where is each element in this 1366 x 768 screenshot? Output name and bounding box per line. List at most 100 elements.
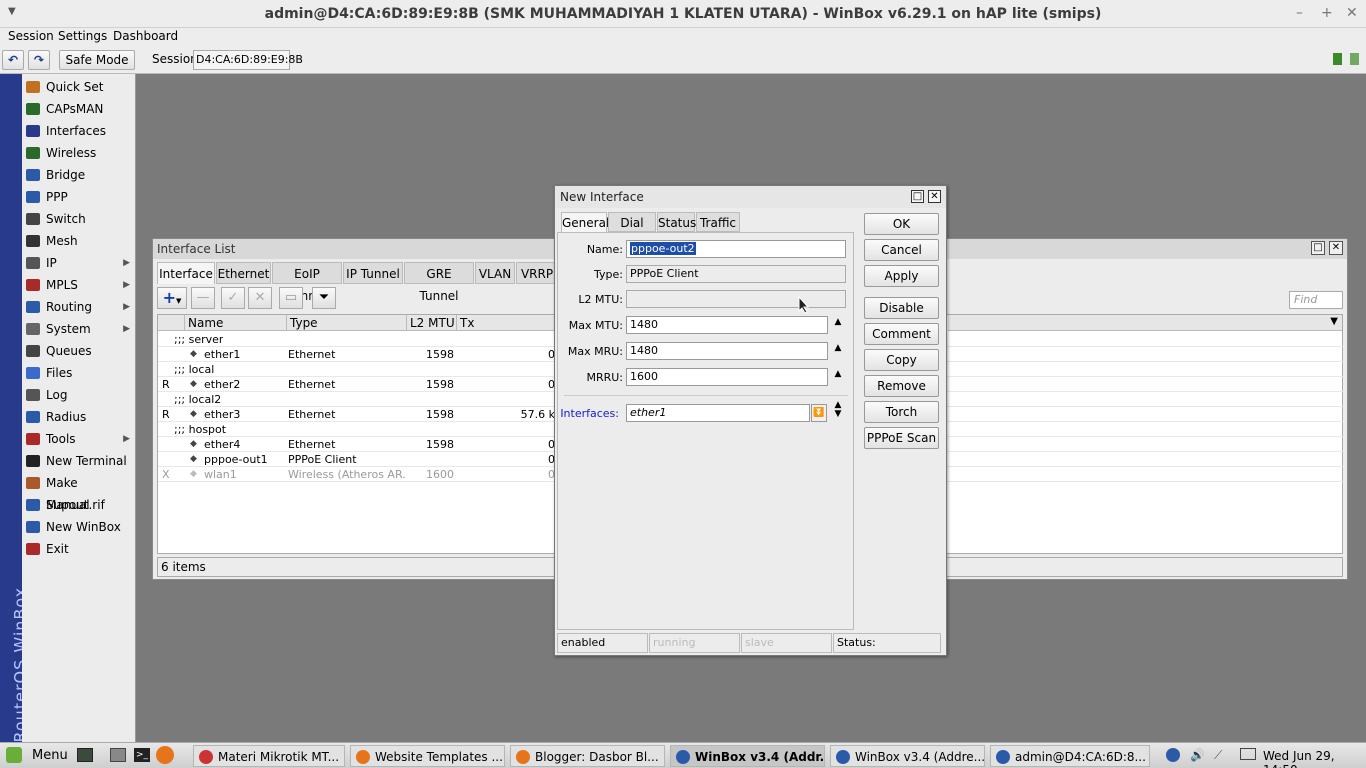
sidebar-item-manual[interactable]: Manual (22, 494, 136, 516)
column-l2mtu[interactable]: L2 MTU (407, 315, 457, 331)
disable-button[interactable]: ✕ (248, 287, 272, 309)
sidebar-item-switch[interactable]: Switch (22, 208, 136, 230)
maximize-icon[interactable]: □ (911, 190, 924, 203)
firefox-icon[interactable] (156, 746, 174, 764)
menu-session[interactable]: Session (8, 29, 54, 43)
filter-button[interactable]: ⏷ (312, 287, 336, 309)
log-icon (26, 389, 40, 401)
winbox-icon (676, 750, 690, 764)
sidebar-item-mpls[interactable]: MPLS ▶ (22, 274, 136, 296)
taskbar-item[interactable]: Blogger: Dasbor Bl... (510, 745, 665, 767)
sidebar-item-exit[interactable]: Exit (22, 538, 136, 560)
cancel-button[interactable]: Cancel (864, 239, 939, 261)
sidebar-item-ppp[interactable]: PPP (22, 186, 136, 208)
sidebar-item-log[interactable]: Log (22, 384, 136, 406)
add-button[interactable]: +▼ (157, 287, 187, 309)
remove-button[interactable]: — (191, 287, 215, 309)
column-type[interactable]: Type (287, 315, 407, 331)
minimize-icon[interactable]: – (1296, 5, 1303, 21)
sidebar-item-ip[interactable]: IP ▶ (22, 252, 136, 274)
close-icon[interactable]: ✕ (1346, 5, 1358, 21)
tab-general[interactable]: General (561, 212, 609, 232)
comment-button[interactable]: ▭ (279, 287, 303, 309)
tab-ethernet[interactable]: Ethernet (216, 262, 271, 284)
dropdown-icon[interactable]: ⏬ (811, 404, 827, 422)
comment-button[interactable]: Comment (864, 323, 939, 345)
sidebar-item-system[interactable]: System ▶ (22, 318, 136, 340)
sidebar-item-files[interactable]: Files (22, 362, 136, 384)
file-manager-icon[interactable] (110, 748, 126, 762)
interfaces-updown-icon[interactable]: ▲ ▼ (833, 401, 843, 419)
sidebar-item-routing[interactable]: Routing ▶ (22, 296, 136, 318)
remove-button[interactable]: Remove (864, 375, 939, 397)
sidebar-item-wireless[interactable]: Wireless (22, 142, 136, 164)
sidebar-item-queues[interactable]: Queues (22, 340, 136, 362)
minus-icon: — (196, 290, 210, 305)
menu-settings[interactable]: Settings (58, 29, 107, 43)
interfaces-select[interactable]: ether1 (626, 404, 810, 422)
sidebar-item-quick-set[interactable]: Quick Set (22, 76, 136, 98)
tab-gre-tunnel[interactable]: GRE Tunnel (404, 262, 474, 303)
column-chooser-icon[interactable]: ▼ (1330, 316, 1338, 327)
sidebar-item-new-terminal[interactable]: New Terminal (22, 450, 136, 472)
taskbar-item[interactable]: Website Templates ... (350, 745, 505, 767)
sidebar-item-new-winbox[interactable]: New WinBox (22, 516, 136, 538)
mrru-input[interactable]: 1600 (626, 368, 828, 386)
brand-bar: RouterOS WinBox (0, 74, 30, 743)
tab-ip-tunnel[interactable]: IP Tunnel (343, 262, 403, 284)
volume-icon[interactable]: 🔊 (1190, 748, 1205, 762)
safe-mode-button[interactable]: Safe Mode (59, 50, 135, 70)
column-flag[interactable] (158, 315, 185, 331)
tab-vlan[interactable]: VLAN (475, 262, 515, 284)
sidebar-item-bridge[interactable]: Bridge (22, 164, 136, 186)
clock[interactable]: Wed Jun 29, 14:50 (1263, 749, 1366, 768)
show-desktop-icon[interactable] (77, 748, 93, 762)
column-name[interactable]: Name (185, 315, 287, 331)
copy-button[interactable]: Copy (864, 349, 939, 371)
tab-traffic[interactable]: Traffic (696, 212, 740, 232)
tab-status[interactable]: Status (657, 212, 696, 232)
sidebar-item-interfaces[interactable]: Interfaces (22, 120, 136, 142)
taskbar-item[interactable]: admin@D4:CA:6D:8... (990, 745, 1150, 767)
taskbar-item[interactable]: WinBox v3.4 (Addre... (830, 745, 985, 767)
tab-interface[interactable]: Interface (157, 262, 215, 284)
sidebar-item-capsman[interactable]: CAPsMAN (22, 98, 136, 120)
pppoe-scan-button[interactable]: PPPoE Scan (864, 427, 939, 449)
maximize-icon[interactable]: □ (1311, 241, 1325, 255)
taskbar-item[interactable]: WinBox v3.4 (Addr... (670, 745, 825, 767)
ok-button[interactable]: OK (864, 213, 939, 235)
close-icon[interactable]: ✕ (1329, 241, 1343, 255)
maximize-icon[interactable]: + (1321, 5, 1333, 21)
session-field: D4:CA:6D:89:E9:8B (193, 50, 303, 70)
row-name: ether2 (204, 378, 241, 391)
apply-button[interactable]: Apply (864, 265, 939, 287)
mint-menu-icon[interactable] (6, 747, 22, 763)
find-input[interactable]: Find (1289, 291, 1343, 309)
start-menu-label[interactable]: Menu (32, 748, 68, 763)
close-icon[interactable]: ✕ (928, 190, 941, 203)
sidebar-item-make-supout-rif[interactable]: Make Supout.rif (22, 472, 136, 512)
sidebar-item-radius[interactable]: Radius (22, 406, 136, 428)
tab-eoip-tunnel[interactable]: EoIP Tunnel (272, 262, 342, 303)
tab-dial-out[interactable]: Dial Out (608, 212, 656, 250)
name-input[interactable]: pppoe-out2 (626, 240, 846, 258)
max-mtu-input[interactable]: 1480 (626, 316, 828, 334)
sidebar-item-mesh[interactable]: Mesh (22, 230, 136, 252)
enable-button[interactable]: ✓ (221, 287, 245, 309)
taskbar-item[interactable]: Materi Mikrotik MT... (193, 745, 345, 767)
max-mru-input[interactable]: 1480 (626, 342, 828, 360)
redo-button[interactable]: ↷ (28, 50, 50, 70)
update-icon[interactable] (1166, 748, 1180, 762)
max-mtu-toggle-icon[interactable]: ▲ (833, 317, 843, 327)
battery-icon[interactable] (1240, 748, 1256, 760)
disable-button[interactable]: Disable (864, 297, 939, 319)
torch-button[interactable]: Torch (864, 401, 939, 423)
chevron-down-icon: ▼ (176, 297, 182, 305)
terminal-icon[interactable]: >_ (134, 748, 150, 762)
undo-button[interactable]: ↶ (2, 50, 24, 70)
max-mru-toggle-icon[interactable]: ▲ (833, 343, 843, 353)
network-icon[interactable]: ⟋ (1214, 748, 1222, 763)
menu-dashboard[interactable]: Dashboard (113, 29, 178, 43)
sidebar-item-tools[interactable]: Tools ▶ (22, 428, 136, 450)
mrru-toggle-icon[interactable]: ▲ (833, 369, 843, 379)
